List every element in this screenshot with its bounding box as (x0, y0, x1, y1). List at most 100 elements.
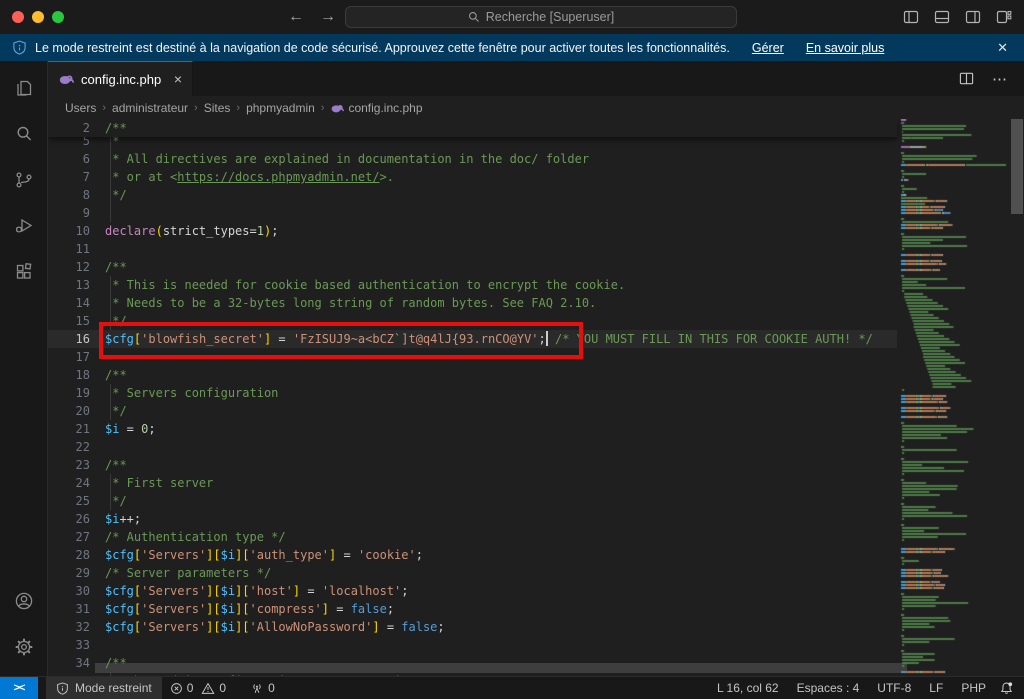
explorer-icon[interactable] (0, 65, 48, 111)
breadcrumb-item[interactable]: phpmyadmin (246, 101, 315, 115)
code-line[interactable]: 16$cfg['blowfish_secret'] = 'FzISUJ9~a<b… (48, 330, 897, 348)
source-control-icon[interactable] (0, 157, 48, 203)
code-line[interactable]: 33 (48, 636, 897, 654)
problems-status[interactable]: 0 0 (162, 681, 234, 695)
horizontal-scrollbar-thumb[interactable] (95, 663, 907, 673)
code-line[interactable]: 30$cfg['Servers'][$i]['host'] = 'localho… (48, 582, 897, 600)
cursor-position-status[interactable]: L 16, col 62 (708, 681, 788, 695)
remote-indicator[interactable]: >< (0, 677, 38, 699)
eol-status[interactable]: LF (920, 681, 952, 695)
indent-guide (110, 294, 111, 312)
vertical-scrollbar[interactable] (1010, 119, 1024, 676)
zoom-window-button[interactable] (52, 11, 64, 23)
line-number: 33 (48, 636, 90, 654)
indent-guide (110, 492, 111, 510)
error-icon (170, 682, 183, 695)
line-number: 11 (48, 240, 90, 258)
split-editor-icon[interactable] (959, 71, 974, 86)
search-label: Recherche [Superuser] (486, 10, 615, 24)
indent-guide (110, 204, 111, 222)
account-icon[interactable] (0, 578, 48, 624)
code-line[interactable]: 24 * First server (48, 474, 897, 492)
code-line[interactable]: 9 (48, 204, 897, 222)
minimap[interactable] (897, 119, 1010, 676)
banner-manage-link[interactable]: Gérer (752, 41, 784, 55)
toggle-panel-icon[interactable] (934, 9, 950, 25)
line-number: 30 (48, 582, 90, 600)
breadcrumb-item[interactable]: Sites (204, 101, 231, 115)
code-line[interactable]: 27/* Authentication type */ (48, 528, 897, 546)
indentation-status[interactable]: Espaces : 4 (788, 681, 869, 695)
code-line[interactable]: 13 * This is needed for cookie based aut… (48, 276, 897, 294)
more-actions-icon[interactable]: ⋯ (992, 70, 1008, 88)
line-number: 2 (48, 119, 90, 137)
tab-bar: config.inc.php × ⋯ (48, 61, 1024, 96)
code-line[interactable]: 21$i = 0; (48, 420, 897, 438)
line-number: 20 (48, 402, 90, 420)
code-line[interactable]: 32$cfg['Servers'][$i]['AllowNoPassword']… (48, 618, 897, 636)
line-number: 22 (48, 438, 90, 456)
search-sidebar-icon[interactable] (0, 111, 48, 157)
code-line[interactable]: 14 * Needs to be a 32-bytes long string … (48, 294, 897, 312)
code-line[interactable]: 17 (48, 348, 897, 366)
extensions-icon[interactable] (0, 249, 48, 295)
code-line[interactable]: 20 */ (48, 402, 897, 420)
code-line[interactable]: 31$cfg['Servers'][$i]['compress'] = fals… (48, 600, 897, 618)
search-icon (468, 11, 480, 23)
close-window-button[interactable] (12, 11, 24, 23)
code-line[interactable]: 8 */ (48, 186, 897, 204)
run-and-debug-icon[interactable] (0, 203, 48, 249)
line-number: 8 (48, 186, 90, 204)
code-line[interactable]: 18/** (48, 366, 897, 384)
line-number: 21 (48, 420, 90, 438)
code-line[interactable]: 7 * or at <https://docs.phpmyadmin.net/>… (48, 168, 897, 186)
line-number: 26 (48, 510, 90, 528)
command-center-search[interactable]: Recherche [Superuser] (345, 6, 737, 28)
tab-close-icon[interactable]: × (174, 71, 182, 87)
breadcrumb-separator: › (102, 102, 106, 114)
breadcrumb-item[interactable]: Users (65, 101, 96, 115)
encoding-status[interactable]: UTF-8 (868, 681, 920, 695)
toggle-primary-sidebar-icon[interactable] (903, 9, 919, 25)
error-count: 0 (187, 681, 194, 695)
code-line[interactable]: 29/* Server parameters */ (48, 564, 897, 582)
code-line[interactable]: 22 (48, 438, 897, 456)
breadcrumb-item[interactable]: config.inc.php (330, 101, 422, 115)
minimize-window-button[interactable] (32, 11, 44, 23)
toggle-secondary-sidebar-icon[interactable] (965, 9, 981, 25)
tab-config-inc-php[interactable]: config.inc.php × (48, 61, 193, 96)
code-editor[interactable]: 5 *6 * All directives are explained in d… (48, 119, 1024, 676)
indent-guide (110, 384, 111, 402)
breadcrumb-item[interactable]: administrateur (112, 101, 188, 115)
line-number: 34 (48, 654, 90, 672)
ports-status[interactable]: 0 (242, 681, 283, 695)
code-line[interactable]: 11 (48, 240, 897, 258)
code-line[interactable]: 12/** (48, 258, 897, 276)
indent-guide (110, 168, 111, 186)
banner-close-icon[interactable]: ✕ (997, 40, 1008, 56)
php-file-icon (330, 101, 344, 115)
line-number: 9 (48, 204, 90, 222)
code-line[interactable]: 10declare(strict_types=1); (48, 222, 897, 240)
code-line[interactable]: 26$i++; (48, 510, 897, 528)
customize-layout-icon[interactable] (996, 9, 1012, 25)
code-line[interactable]: 15 */ (48, 312, 897, 330)
restricted-mode-status[interactable]: Mode restreint (46, 677, 162, 699)
indent-guide (110, 150, 111, 168)
radio-tower-icon (250, 681, 264, 695)
language-mode-status[interactable]: PHP (952, 681, 995, 695)
notifications-bell-icon[interactable] (995, 681, 1024, 696)
shield-small-icon (56, 682, 69, 695)
code-line[interactable]: 6 * All directives are explained in docu… (48, 150, 897, 168)
code-line[interactable]: 28$cfg['Servers'][$i]['auth_type'] = 'co… (48, 546, 897, 564)
settings-gear-icon[interactable] (0, 624, 48, 670)
code-line[interactable]: 19 * Servers configuration (48, 384, 897, 402)
forward-icon[interactable]: → (320, 8, 336, 26)
vertical-scrollbar-thumb[interactable] (1011, 119, 1023, 214)
code-line[interactable]: 23/** (48, 456, 897, 474)
vscode-window: ← → Recherche [Superuser] Le mode restre… (0, 0, 1024, 699)
back-icon[interactable]: ← (288, 8, 304, 26)
code-line[interactable]: 25 */ (48, 492, 897, 510)
banner-learn-more-link[interactable]: En savoir plus (806, 41, 885, 55)
sticky-scroll-line[interactable]: 2/** (48, 119, 897, 137)
